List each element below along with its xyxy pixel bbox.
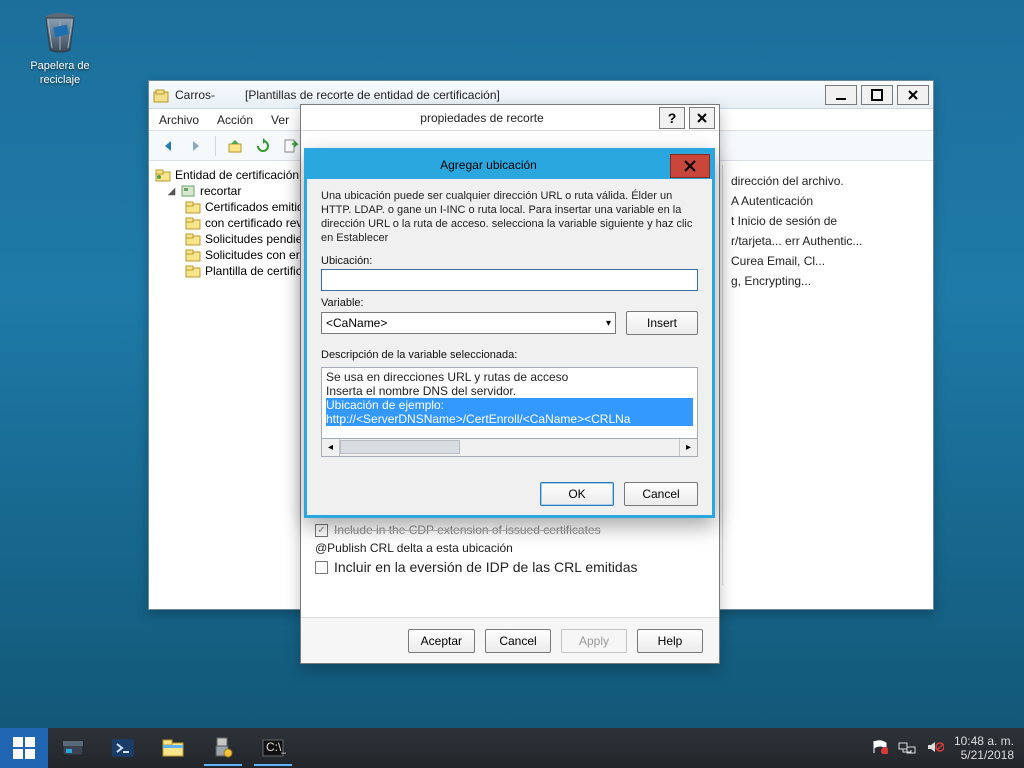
tree-pane: Entidad de certificación (Lo)c ◢ recorta…	[149, 161, 321, 609]
scroll-track[interactable]	[340, 439, 679, 456]
flag-icon	[872, 740, 888, 754]
add-location-titlebar[interactable]: Agregar ubicación	[307, 151, 712, 179]
forward-button[interactable]	[185, 135, 207, 157]
folder-icon	[185, 232, 201, 246]
system-tray: 10:48 a. m. 5/21/2018	[862, 728, 1024, 768]
recycle-bin-label: Papelera de reciclaje	[30, 60, 89, 86]
variable-label: Variable:	[321, 297, 698, 309]
certauth-icon	[155, 168, 171, 182]
cancel-button[interactable]: Cancel	[485, 629, 551, 653]
checkbox-icon[interactable]	[315, 561, 328, 574]
tray-clock[interactable]: 10:48 a. m. 5/21/2018	[954, 734, 1014, 762]
properties-title: propiedades de recorte	[305, 111, 659, 125]
cmd-icon: C:\_	[260, 735, 286, 761]
tree-item[interactable]: Solicitudes con error	[153, 247, 316, 263]
powershell-icon	[110, 735, 136, 761]
refresh-button[interactable]	[252, 135, 274, 157]
mmc-title-sub: [Plantillas de recorte de entidad de cer…	[245, 88, 500, 102]
scroll-right-icon[interactable]: ▸	[679, 439, 697, 456]
location-input[interactable]	[321, 269, 698, 291]
taskbar: C:\_ 10:48 a. m. 5/21/2018	[0, 728, 1024, 768]
folder-icon	[185, 200, 201, 214]
tree-item[interactable]: Plantilla de certificado	[153, 263, 316, 279]
tray-flag-icon[interactable]	[872, 740, 888, 757]
svg-text:C:\_: C:\_	[266, 740, 286, 754]
taskbar-cmd[interactable]: C:\_	[248, 728, 298, 768]
chk-cdp-ext[interactable]: ✓ Include in the CDP extension of issued…	[315, 523, 705, 537]
folder-icon	[185, 248, 201, 262]
export-button[interactable]	[280, 135, 302, 157]
folder-icon	[185, 264, 201, 278]
detail-column: dirección del archivo. A Autenticación t…	[722, 165, 922, 585]
chk-publish-delta[interactable]: @Publish CRL delta a esta ubicación	[315, 541, 705, 555]
location-label: Ubicación:	[321, 255, 698, 267]
menu-view[interactable]: Ver	[271, 113, 289, 127]
folder-icon	[185, 216, 201, 230]
tray-sound-icon[interactable]	[926, 739, 944, 758]
server-manager-icon	[60, 735, 86, 761]
chevron-down-icon: ▾	[606, 318, 611, 329]
certsrv-icon	[153, 87, 169, 103]
chk-idp[interactable]: Incluir en la eversión de IDP de las CRL…	[315, 559, 705, 575]
taskbar-powershell[interactable]	[98, 728, 148, 768]
aceptar-button[interactable]: Aceptar	[408, 629, 475, 653]
network-icon	[898, 739, 916, 755]
tree-item[interactable]: Solicitudes pendientes	[153, 231, 316, 247]
tree-root[interactable]: Entidad de certificación (Lo)c	[153, 167, 316, 183]
menu-file[interactable]: Archivo	[159, 113, 199, 127]
apply-button[interactable]: Apply	[561, 629, 627, 653]
properties-titlebar[interactable]: propiedades de recorte ?	[301, 105, 719, 131]
recycle-bin[interactable]: Papelera de reciclaje	[12, 8, 108, 86]
taskbar-explorer[interactable]	[148, 728, 198, 768]
back-button[interactable]	[157, 135, 179, 157]
close-button[interactable]	[670, 154, 710, 178]
add-location-dialog: Agregar ubicación Una ubicación puede se…	[304, 148, 715, 518]
tree-item[interactable]: con certificado revocado	[153, 215, 316, 231]
scroll-thumb[interactable]	[340, 440, 460, 454]
start-button[interactable]	[0, 728, 48, 768]
file-explorer-icon	[160, 735, 186, 761]
mmc-title-lead: Carros-	[175, 88, 215, 102]
server-icon	[180, 184, 196, 198]
certsrv-icon	[210, 735, 236, 761]
description-label: Descripción de la variable seleccionada:	[321, 349, 698, 361]
taskbar-certsrv[interactable]	[198, 728, 248, 768]
expander-icon[interactable]: ◢	[167, 186, 176, 197]
help-button[interactable]: Help	[637, 629, 703, 653]
taskbar-server-manager[interactable]	[48, 728, 98, 768]
minimize-button[interactable]	[825, 85, 857, 105]
variable-select[interactable]: <CaName> ▾	[321, 312, 616, 334]
tree-ca[interactable]: ◢ recortar	[153, 183, 316, 199]
help-button[interactable]: ?	[659, 107, 685, 129]
add-button-row: OK Cancel	[307, 473, 712, 515]
insert-button[interactable]: Insert	[626, 311, 698, 335]
ok-button[interactable]: OK	[540, 482, 614, 506]
maximize-button[interactable]	[861, 85, 893, 105]
up-button[interactable]	[224, 135, 246, 157]
cancel-button[interactable]: Cancel	[624, 482, 698, 506]
description-box: Se usa en direcciones URL y rutas de acc…	[321, 367, 698, 439]
intro-text: Una ubicación puede ser cualquier direcc…	[321, 189, 698, 245]
close-button[interactable]	[689, 107, 715, 129]
checkbox-icon[interactable]: ✓	[315, 524, 328, 537]
close-button[interactable]	[897, 85, 929, 105]
recycle-bin-icon	[36, 8, 84, 56]
tree-item[interactable]: Certificados emitidoses	[153, 199, 316, 215]
speaker-muted-icon	[926, 739, 944, 755]
properties-button-row: Aceptar Cancel Apply Help	[301, 617, 719, 663]
menu-action[interactable]: Acción	[217, 113, 253, 127]
windows-icon	[13, 737, 35, 759]
horizontal-scrollbar[interactable]: ◂ ▸	[321, 439, 698, 457]
tray-network-icon[interactable]	[898, 739, 916, 758]
add-location-title: Agregar ubicación	[307, 158, 670, 172]
scroll-left-icon[interactable]: ◂	[322, 439, 340, 456]
